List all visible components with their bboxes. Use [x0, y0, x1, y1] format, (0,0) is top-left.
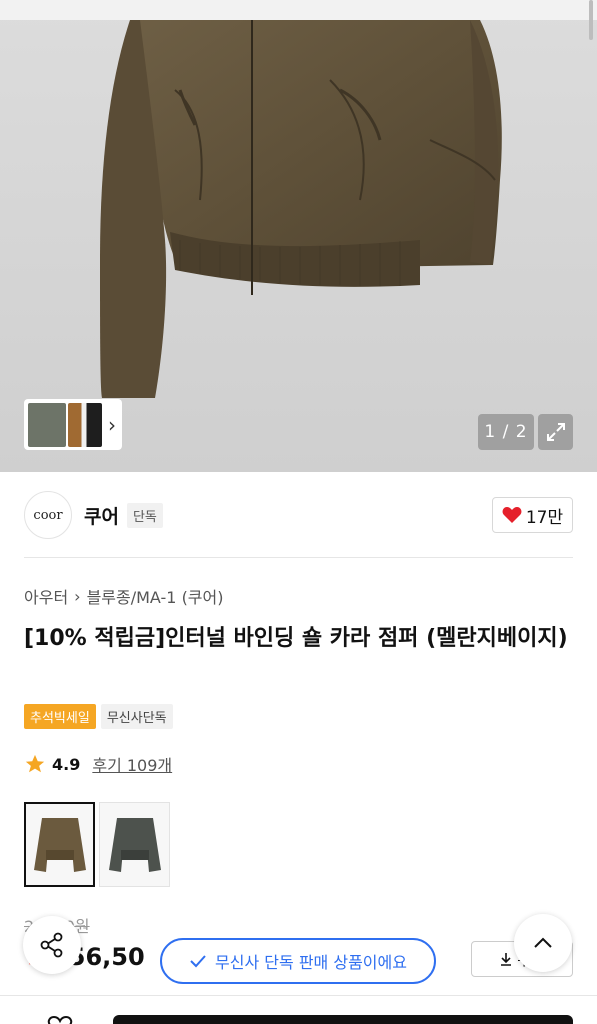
rating-row: 4.9 후기 109개	[24, 752, 172, 776]
rating-score: 4.9	[52, 754, 81, 774]
jacket-thumbnail	[33, 817, 86, 872]
product-badges: 추석빅세일 무신사단독	[24, 704, 173, 729]
color-option-beige[interactable]	[24, 802, 95, 887]
star-icon	[25, 754, 45, 773]
expand-button[interactable]	[538, 414, 573, 450]
color-options	[24, 802, 170, 887]
scroll-to-top-button[interactable]	[514, 914, 572, 972]
buy-button[interactable]	[113, 1015, 573, 1024]
chevron-right-icon: ›	[74, 586, 81, 606]
thumbnail-image[interactable]	[68, 402, 102, 447]
brand-name[interactable]: 쿠어	[84, 502, 119, 529]
thumbnail-image[interactable]	[28, 402, 66, 447]
breadcrumb-item[interactable]: 블루종/MA-1 (쿠어)	[87, 584, 224, 608]
product-image-gallery[interactable]: › 1 / 2	[0, 0, 597, 472]
brand-logo[interactable]: coor	[24, 491, 72, 539]
wishlist-heart-icon[interactable]	[46, 1016, 74, 1024]
brand-row: coor 쿠어 단독 17만	[24, 491, 573, 539]
share-button[interactable]	[23, 916, 81, 974]
share-icon	[40, 932, 63, 958]
toast-text: 무신사 단독 판매 상품이에요	[215, 953, 407, 972]
download-icon	[501, 953, 512, 966]
like-count: 17만	[525, 507, 564, 528]
thumbnail-strip[interactable]: ›	[24, 399, 122, 450]
exclusive-badge: 무신사단독	[100, 704, 173, 729]
image-page-counter: 1 / 2	[478, 414, 534, 450]
expand-icon	[546, 423, 565, 441]
review-link[interactable]: 후기 109개	[92, 752, 172, 776]
brand-exclusive-tag: 단독	[126, 502, 163, 528]
breadcrumb: 아우터 › 블루종/MA-1 (쿠어)	[24, 584, 224, 608]
heart-icon	[502, 507, 522, 523]
jacket-thumbnail	[108, 817, 161, 872]
color-option-charcoal[interactable]	[99, 802, 170, 887]
chevron-right-icon[interactable]: ›	[108, 415, 116, 435]
divider	[24, 557, 573, 558]
product-title: [10% 적립금]인터널 바인딩 숄 카라 점퍼 (멜란지베이지)	[24, 626, 568, 651]
exclusive-toast: 무신사 단독 판매 상품이에요	[160, 938, 436, 984]
sale-badge: 추석빅세일	[24, 704, 96, 729]
check-icon	[190, 955, 206, 968]
like-button[interactable]: 17만	[492, 497, 573, 533]
chevron-up-icon	[534, 937, 552, 948]
breadcrumb-item[interactable]: 아우터	[24, 584, 68, 608]
